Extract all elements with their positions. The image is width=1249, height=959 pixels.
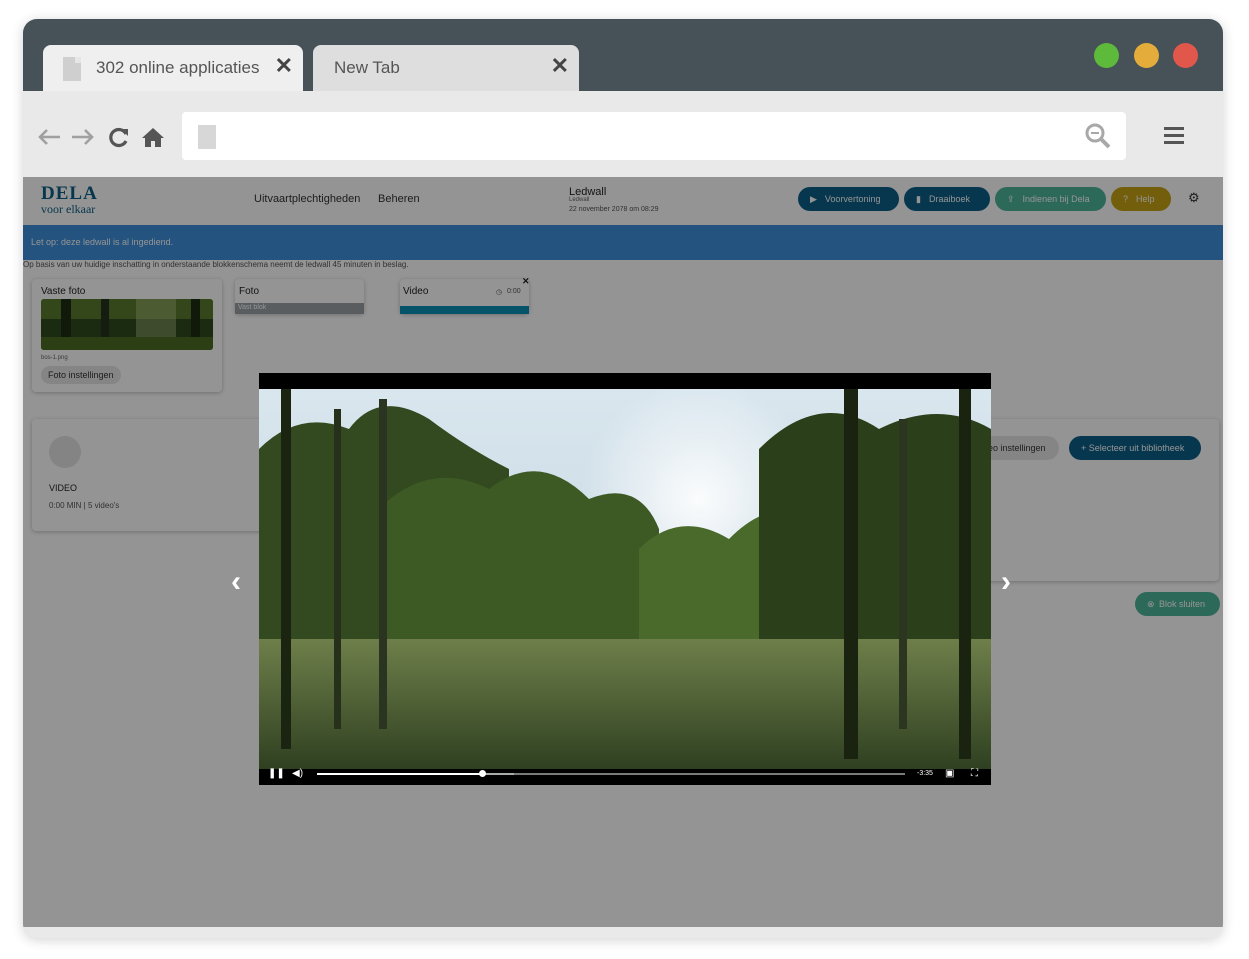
home-icon[interactable] bbox=[141, 126, 165, 148]
reload-icon[interactable] bbox=[108, 126, 130, 148]
player-controls: ❚❚ ◀) -3:35 ▣ ⛶ bbox=[259, 763, 991, 785]
remaining-time: -3:35 bbox=[917, 770, 933, 777]
fullscreen-icon[interactable]: ⛶ bbox=[971, 767, 978, 781]
seek-bar[interactable] bbox=[317, 770, 905, 777]
address-bar[interactable] bbox=[182, 112, 1126, 160]
back-icon[interactable] bbox=[36, 127, 62, 147]
page-icon bbox=[198, 125, 216, 149]
menu-icon[interactable] bbox=[1164, 127, 1184, 145]
forward-icon[interactable] bbox=[70, 127, 96, 147]
close-window-dot[interactable] bbox=[1173, 43, 1198, 68]
tab-strip: 302 online applicaties ✕ New Tab ✕ bbox=[23, 19, 1223, 91]
browser-window: 302 online applicaties ✕ New Tab ✕ DELA … bbox=[23, 19, 1223, 938]
tab-active[interactable]: 302 online applicaties ✕ bbox=[43, 45, 303, 91]
close-tab-icon[interactable]: ✕ bbox=[275, 55, 293, 77]
video-player[interactable]: ❚❚ ◀) -3:35 ▣ ⛶ bbox=[259, 373, 991, 785]
page-viewport: DELA voor elkaar Uitvaartplechtigheden B… bbox=[23, 177, 1223, 927]
picture-in-picture-icon[interactable]: ▣ bbox=[945, 767, 954, 781]
played-bar bbox=[317, 773, 482, 775]
previous-arrow-icon[interactable]: ‹ bbox=[231, 567, 241, 597]
volume-icon[interactable]: ◀) bbox=[292, 767, 303, 781]
browser-toolbar bbox=[23, 91, 1223, 177]
search-icon[interactable] bbox=[1084, 122, 1112, 150]
close-tab-icon[interactable]: ✕ bbox=[551, 55, 569, 77]
tab-new[interactable]: New Tab ✕ bbox=[313, 45, 579, 91]
tab-title: 302 online applicaties bbox=[96, 58, 260, 77]
file-icon bbox=[63, 57, 81, 81]
maximize-dot[interactable] bbox=[1094, 43, 1119, 68]
next-arrow-icon[interactable]: › bbox=[1001, 567, 1011, 597]
video-frame bbox=[259, 389, 991, 769]
tab-title: New Tab bbox=[334, 58, 400, 77]
seek-knob[interactable] bbox=[478, 770, 486, 777]
minimize-dot[interactable] bbox=[1134, 43, 1159, 68]
pause-icon[interactable]: ❚❚ bbox=[268, 767, 285, 781]
